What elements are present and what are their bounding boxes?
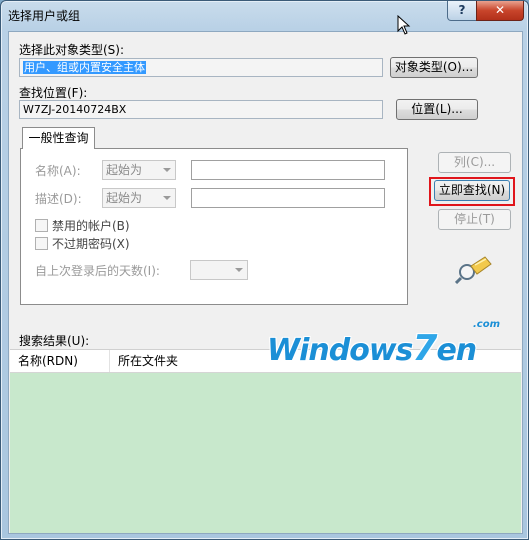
location-label: 查找位置(F): <box>19 86 88 100</box>
help-button[interactable]: ? <box>447 1 477 21</box>
dialog-client-area: 选择此对象类型(S): 用户、组或内置安全主体 对象类型(O)... 查找位置(… <box>8 31 523 534</box>
chevron-down-icon <box>235 268 243 272</box>
title-bar[interactable]: 选择用户或组 ? ✕ <box>1 1 528 29</box>
column-header-folder[interactable]: 所在文件夹 <box>109 350 212 372</box>
find-now-button[interactable]: 立即查找(N) <box>434 180 510 201</box>
object-type-field[interactable]: 用户、组或内置安全主体 <box>19 58 383 77</box>
mouse-cursor-icon <box>397 14 411 35</box>
description-input[interactable] <box>191 188 385 208</box>
watermark-seven: 7 <box>412 328 437 369</box>
description-mode-value: 起始为 <box>106 191 143 205</box>
object-type-value: 用户、组或内置安全主体 <box>23 61 146 74</box>
name-label: 名称(A): <box>35 164 81 178</box>
dialog-window: 选择用户或组 ? ✕ 选择此对象类型(S): 用户、组或内置安全主体 对象类型(… <box>0 0 529 540</box>
chevron-down-icon <box>163 168 171 172</box>
no-expire-password-checkbox[interactable] <box>35 237 48 250</box>
description-label: 描述(D): <box>35 192 82 206</box>
days-since-login-label: 自上次登录后的天数(I): <box>35 264 160 278</box>
disabled-accounts-label: 禁用的帐户(B) <box>52 219 130 233</box>
window-title: 选择用户或组 <box>8 9 81 23</box>
days-since-login-select[interactable] <box>190 260 248 280</box>
column-header-name[interactable]: 名称(RDN) <box>10 350 109 372</box>
watermark-sub: .com <box>473 319 501 330</box>
chevron-down-icon <box>163 196 171 200</box>
search-results-list[interactable]: 名称(RDN) 所在文件夹 <box>10 349 521 533</box>
location-button[interactable]: 位置(L)... <box>396 99 478 120</box>
search-flashlight-icon <box>454 254 493 285</box>
close-button[interactable]: ✕ <box>476 1 524 21</box>
tab-general-query[interactable]: 一般性查询 <box>22 127 95 149</box>
name-mode-value: 起始为 <box>106 163 143 177</box>
general-query-panel: 名称(A): 起始为 描述(D): 起始为 禁用的帐户(B) 不过期密码(X) … <box>20 148 408 305</box>
watermark-tail: en <box>436 333 477 368</box>
watermark-logo: Windows7en <box>267 328 477 369</box>
object-type-label: 选择此对象类型(S): <box>19 43 125 57</box>
name-mode-select[interactable]: 起始为 <box>102 160 176 180</box>
disabled-accounts-checkbox[interactable] <box>35 219 48 232</box>
watermark-text: Windows <box>267 333 413 368</box>
object-types-button[interactable]: 对象类型(O)... <box>390 57 478 78</box>
stop-button[interactable]: 停止(T) <box>438 209 511 230</box>
location-value: W7ZJ-20140724BX <box>23 103 127 116</box>
columns-button[interactable]: 列(C)... <box>438 152 511 173</box>
description-mode-select[interactable]: 起始为 <box>102 188 176 208</box>
location-field[interactable]: W7ZJ-20140724BX <box>19 100 383 119</box>
search-results-label: 搜索结果(U): <box>19 334 90 348</box>
name-input[interactable] <box>191 160 385 180</box>
no-expire-password-label: 不过期密码(X) <box>52 237 130 251</box>
